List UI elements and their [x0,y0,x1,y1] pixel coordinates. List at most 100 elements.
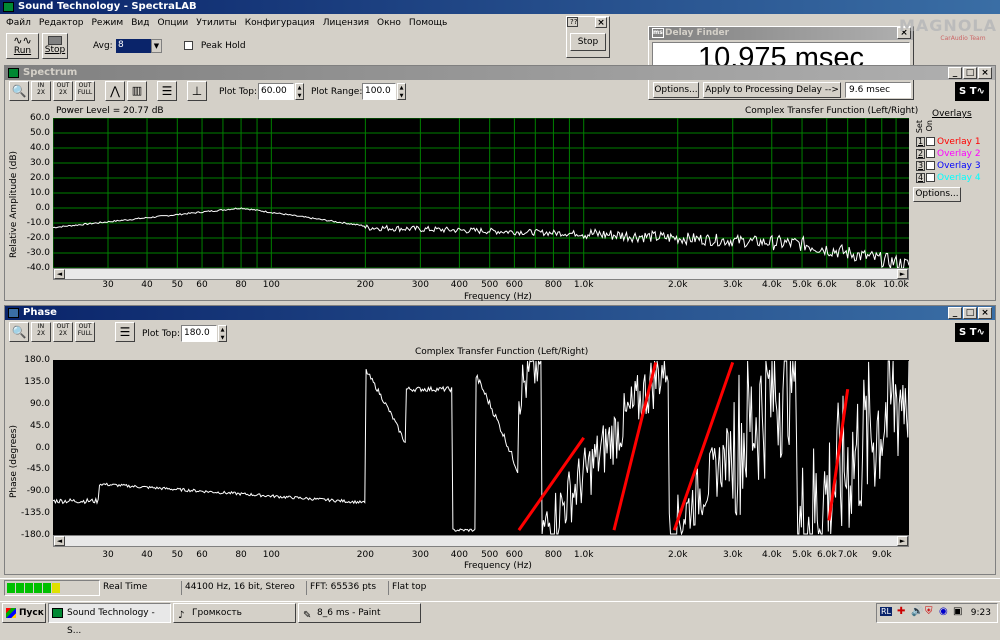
language-indicator[interactable]: RL [880,607,893,616]
y-tick-label: -40.0 [26,263,50,273]
overlay-set-button[interactable]: 2 [916,148,925,159]
x-tick-label: 500 [481,280,499,290]
spectrum-scrollbar[interactable]: ◄ ► [53,268,909,280]
y-tick-label: 20.0 [29,173,50,183]
menu-item[interactable]: Режим [87,15,127,31]
minimize-icon[interactable]: _ [948,67,962,79]
menu-item[interactable]: Файл [2,15,35,31]
overlay-options-label: Options... [915,189,959,199]
close-icon[interactable]: × [978,307,992,319]
scroll-left-icon[interactable]: ◄ [54,269,65,279]
avg-select[interactable]: 8 ▼ [116,39,162,53]
phase-plot[interactable] [53,360,909,535]
status-format: 44100 Hz, 16 bit, Stereo [181,581,305,595]
x-tick-label: 600 [505,280,523,290]
x-tick-label: 60 [196,280,208,290]
menu-item[interactable]: Помощь [405,15,451,31]
spectrum-window-icon [8,68,19,78]
scroll-left-icon[interactable]: ◄ [54,536,65,546]
stop-popup-window: ?? × Stop [566,16,610,58]
overlay-on-checkbox[interactable] [926,173,935,182]
overlay-on-checkbox[interactable] [926,149,935,158]
y-tick-label: -180.0 [20,530,50,540]
menu-item[interactable]: Редактор [35,15,88,31]
list-icon[interactable]: ☰ [157,81,177,101]
overlay-item[interactable]: 3 Overlay 3 [916,160,996,172]
peak-hold-checkbox[interactable]: Peak Hold [184,41,246,51]
maximize-icon[interactable]: □ [963,67,977,79]
zoom-in-2x-icon[interactable]: IN 2X [31,81,51,101]
overlay-on-checkbox[interactable] [926,161,935,170]
zoom-out-full-icon[interactable]: OUT FULL [75,322,95,342]
x-tick-label: 8.0k [856,280,876,290]
app-icon [3,2,14,12]
taskbar-item-volume[interactable]: ♪ Громкость [173,603,296,623]
x-tick-label: 60 [196,550,208,560]
zoom-icon[interactable]: 🔍 [9,81,29,101]
x-tick-label: 7.0k [837,550,858,560]
x-tick-label: 30 [102,550,114,560]
phase-y-ticks: 180.0 135.0 90.0 45.0 0.0 -45.0 -90.0 -135.0 -18… [20,355,52,540]
menu-item[interactable]: Конфигурация [241,15,319,31]
start-button[interactable]: Пуск [2,603,46,623]
tray-misc-icon[interactable]: ▣ [953,606,962,617]
overlay-label: Overlay 4 [937,173,981,183]
stop-button[interactable]: Stop [42,33,68,59]
network-icon[interactable]: ◉ [939,606,948,617]
run-button[interactable]: ∿∿ Run [6,33,39,59]
minimize-icon[interactable]: _ [948,307,962,319]
bar-plot-icon[interactable]: ▥ [127,81,147,101]
overlay-item[interactable]: 1 Overlay 1 [916,136,996,148]
spectrum-plot-range-spinner[interactable]: ▲ ▼ [397,83,406,100]
spectrum-grid [53,118,909,268]
start-label: Пуск [19,608,44,618]
overlay-set-button[interactable]: 1 [916,136,925,147]
stop-popup-button[interactable]: Stop [570,33,606,51]
spectrum-plot-range-label: Plot Range: [311,87,363,97]
maximize-icon[interactable]: □ [963,307,977,319]
zoom-in-2x-icon[interactable]: IN 2X [31,322,51,342]
zoom-out-2x-icon[interactable]: OUT 2X [53,81,73,101]
shield-icon[interactable]: ⛨ [925,606,933,617]
zoom-out-full-icon[interactable]: OUT FULL [75,81,95,101]
menu-item[interactable]: Лицензия [319,15,373,31]
menu-item[interactable]: Вид [127,15,153,31]
overlay-item[interactable]: 4 Overlay 4 [916,172,996,184]
overlay-options-button[interactable]: Options... [913,187,961,202]
zoom-out-2x-icon[interactable]: OUT 2X [53,322,73,342]
phase-scrollbar[interactable]: ◄ ► [53,535,909,547]
tray-app-icon[interactable]: ✚ [897,606,905,617]
taskbar-item-paint[interactable]: ✎ 8_6 ms - Paint [298,603,421,623]
x-tick-label: 200 [356,550,374,560]
spectrum-plot-top-spinner[interactable]: ▲ ▼ [295,83,304,100]
menu-item[interactable]: Опции [153,15,192,31]
list-icon[interactable]: ☰ [115,322,135,342]
spectrum-plot-top-input[interactable]: 60.00 [258,83,294,100]
phase-plot-top-input[interactable]: 180.0 [181,325,217,342]
y-tick-label: 0.0 [35,442,50,453]
menu-item[interactable]: Утилиты [192,15,241,31]
y-tick-label: 30.0 [29,158,50,168]
spectrum-plot-range-input[interactable]: 100.0 [362,83,396,100]
close-icon[interactable]: × [595,17,607,28]
overlay-set-button[interactable]: 4 [916,172,925,183]
paint-icon: ✎ [303,610,312,621]
overlay-on-checkbox[interactable] [926,137,935,146]
cursor-icon[interactable]: ⊥ [187,81,207,101]
taskbar-item-spectralab[interactable]: Sound Technology - S... [48,603,171,636]
menu-item[interactable]: Окно [373,15,405,31]
phase-plot-top-spinner[interactable]: ▲ ▼ [218,325,227,342]
spectrum-plot[interactable] [53,118,909,268]
zoom-icon[interactable]: 🔍 [9,322,29,342]
overlay-set-button[interactable]: 3 [916,160,925,171]
chevron-down-icon: ▼ [151,39,162,53]
volume-icon[interactable]: 🔊 [911,606,923,617]
overlay-item[interactable]: 2 Overlay 2 [916,148,996,160]
scroll-right-icon[interactable]: ► [897,269,908,279]
x-tick-label: 300 [411,550,429,560]
line-plot-icon[interactable]: ⋀ [105,81,125,101]
close-icon[interactable]: × [978,67,992,79]
scroll-right-icon[interactable]: ► [897,536,908,546]
delay-finder-titlebar: ms Delay Finder × [649,27,913,40]
phase-y-axis-label: Phase (degrees) [9,425,19,498]
